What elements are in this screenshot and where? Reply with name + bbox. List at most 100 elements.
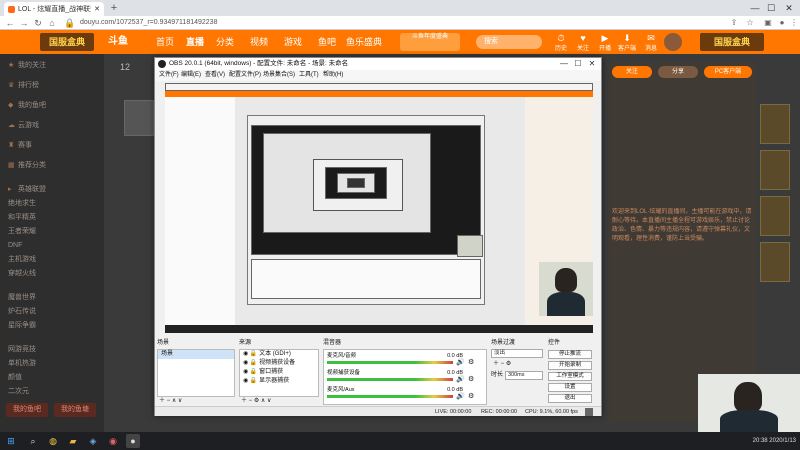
sidebar-item[interactable]: 颜值 [8, 372, 100, 384]
menu-edit[interactable]: 编辑(E) [181, 70, 201, 81]
duration-input[interactable]: 300ms [505, 371, 543, 380]
source-item[interactable]: ◉ 🔒 窗口捕获 [240, 368, 318, 377]
header-messages[interactable]: ✉ 消息 [640, 33, 662, 52]
nav-home[interactable]: 首页 [156, 34, 174, 50]
event-badge-4[interactable] [760, 242, 790, 282]
menu-tools[interactable]: 工具(T) [299, 70, 319, 81]
sidebar-item[interactable]: 和平精英 [8, 212, 100, 224]
search-input[interactable]: 搜索 [476, 35, 542, 49]
minimize-button[interactable]: — [748, 2, 762, 14]
start-recording-button[interactable]: 开始录制 [548, 361, 592, 370]
share-button[interactable]: 分享 [658, 66, 698, 78]
nav-category[interactable]: 分类 [216, 34, 234, 50]
url-field[interactable]: douyu.com/1072537_r=0.934971181492238 [80, 18, 720, 28]
speaker-icon[interactable]: 🔊 [456, 392, 465, 400]
sidebar-item[interactable]: 二次元 [8, 386, 100, 398]
follow-button[interactable]: 关注 [612, 66, 652, 78]
sources-list[interactable]: ◉ 🔒 文本 (GDI+) ◉ 🔒 视频捕获设备 ◉ 🔒 窗口捕获 ◉ 🔒 显示… [239, 349, 319, 397]
maximize-button[interactable]: ☐ [764, 2, 778, 14]
sidebar-item[interactable]: ♛ 排行榜 [8, 80, 100, 92]
scene-item[interactable]: 场景 [158, 350, 234, 359]
nav-yuba[interactable]: 鱼吧 [318, 34, 336, 50]
nav-game[interactable]: 游戏 [284, 34, 302, 50]
home-icon[interactable]: ⌂ [46, 17, 58, 29]
header-follow[interactable]: ♥ 关注 [572, 33, 594, 52]
sidebar-item[interactable]: 绝地求生 [8, 198, 100, 210]
lock-icon[interactable]: 🔒 [250, 369, 257, 375]
nav-video[interactable]: 视频 [250, 34, 268, 50]
obs-maximize-button[interactable]: ☐ [571, 58, 585, 70]
sidebar-item[interactable]: ♜ 赛事 [8, 140, 100, 152]
header-client[interactable]: ⬇ 客户端 [616, 33, 638, 52]
search-icon[interactable]: ⌕ [26, 434, 40, 448]
pc-client-button[interactable]: PC客户端 [704, 66, 752, 78]
eye-icon[interactable]: ◉ [243, 351, 248, 357]
sidebar-item[interactable]: 网游竞技 [8, 344, 100, 356]
event-logo[interactable]: 国服盒典 [40, 33, 94, 51]
sidebar-item[interactable]: 主机游戏 [8, 254, 100, 266]
sidebar-item[interactable]: 单机热游 [8, 358, 100, 370]
explorer-icon[interactable]: ▰ [66, 434, 80, 448]
event-logo-right[interactable]: 国服盒典 [700, 33, 764, 51]
menu-file[interactable]: 文件(F) [159, 70, 179, 81]
obs-preview[interactable] [165, 83, 593, 333]
avatar[interactable] [664, 33, 682, 51]
sidebar-item[interactable]: 王者荣耀 [8, 226, 100, 238]
back-icon[interactable]: ← [4, 17, 16, 29]
obs-icon[interactable]: ● [126, 434, 140, 448]
menu-view[interactable]: 查看(V) [205, 70, 225, 81]
sidebar-item[interactable]: ☁ 云游戏 [8, 120, 100, 132]
sidebar-item[interactable]: ◆ 我的鱼吧 [8, 100, 100, 112]
tab-close-icon[interactable]: ✕ [94, 5, 100, 13]
nav-gala[interactable]: 鱼乐盛典 [346, 34, 382, 50]
gear-icon[interactable]: ⚙ [468, 392, 474, 400]
chrome-icon[interactable]: ◍ [46, 434, 60, 448]
exit-button[interactable]: 退出 [548, 394, 592, 403]
anchor-avatar[interactable] [124, 100, 154, 136]
header-broadcast[interactable]: ▶ 开播 [594, 33, 616, 52]
browser-tab[interactable]: LOL - 炫耀直播_战神联盟直播_斗 ✕ [4, 2, 104, 16]
obs-close-button[interactable]: ✕ [585, 58, 599, 70]
nav-live[interactable]: 直播 [186, 34, 204, 50]
forward-icon[interactable]: → [18, 17, 30, 29]
gear-icon[interactable]: ⚙ [468, 358, 474, 366]
lock-icon[interactable]: 🔒 [250, 351, 257, 357]
eye-icon[interactable]: ◉ [243, 369, 248, 375]
bookmark-star-icon[interactable]: ☆ [744, 17, 756, 29]
transition-select[interactable]: 淡出 [491, 349, 543, 358]
app-icon-2[interactable]: ◉ [106, 434, 120, 448]
browser-menu-icon[interactable]: ⋮ [788, 17, 800, 29]
sidebar-item[interactable]: ▸ 英雄联盟 [8, 184, 100, 196]
reading-list-icon[interactable]: ▣ [762, 17, 774, 29]
stop-streaming-button[interactable]: 停止推流 [548, 350, 592, 359]
reload-icon[interactable]: ↻ [32, 17, 44, 29]
obs-minimize-button[interactable]: — [557, 58, 571, 70]
sidebar-item[interactable]: 星际争霸 [8, 320, 100, 332]
close-window-button[interactable]: ✕ [782, 2, 796, 14]
sidebar-item[interactable]: 炉石传说 [8, 306, 100, 318]
sidebar-item[interactable]: DNF [8, 240, 100, 252]
sidebar-item[interactable]: 穿越火线 [8, 268, 100, 280]
scenes-list[interactable]: 场景 [157, 349, 235, 397]
event-badge-1[interactable] [760, 104, 790, 144]
sidebar-item[interactable]: 魔兽世界 [8, 292, 100, 304]
windows-icon[interactable]: ⊞ [4, 434, 18, 448]
share-icon[interactable]: ⇪ [728, 17, 740, 29]
source-item[interactable]: ◉ 🔒 显示器捕获 [240, 377, 318, 386]
lock-icon[interactable]: 🔒 [250, 360, 257, 366]
source-item[interactable]: ◉ 🔒 文本 (GDI+) [240, 350, 318, 359]
scenes-toolbar[interactable]: ＋ − ∧ ∨ [159, 397, 219, 406]
new-tab-button[interactable]: + [108, 2, 120, 14]
profile-icon[interactable]: ● [776, 17, 788, 29]
my-pond-button[interactable]: 我的鱼塘 [54, 403, 96, 417]
header-history[interactable]: ⏱ 历史 [550, 33, 572, 52]
speaker-icon[interactable]: 🔊 [456, 375, 465, 383]
sidebar-item[interactable]: ★ 我的关注 [8, 60, 100, 72]
menu-profile[interactable]: 配置文件(P) [229, 70, 261, 81]
app-icon[interactable]: ◈ [86, 434, 100, 448]
sidebar-item[interactable]: ▦ 推荐分类 [8, 160, 100, 172]
event-badge-2[interactable] [760, 150, 790, 190]
promo-banner[interactable]: 斗鱼年度盛典 [400, 33, 460, 51]
source-item[interactable]: ◉ 🔒 视频捕获设备 [240, 359, 318, 368]
sources-toolbar[interactable]: ＋ − ⚙ ∧ ∨ [241, 397, 311, 406]
